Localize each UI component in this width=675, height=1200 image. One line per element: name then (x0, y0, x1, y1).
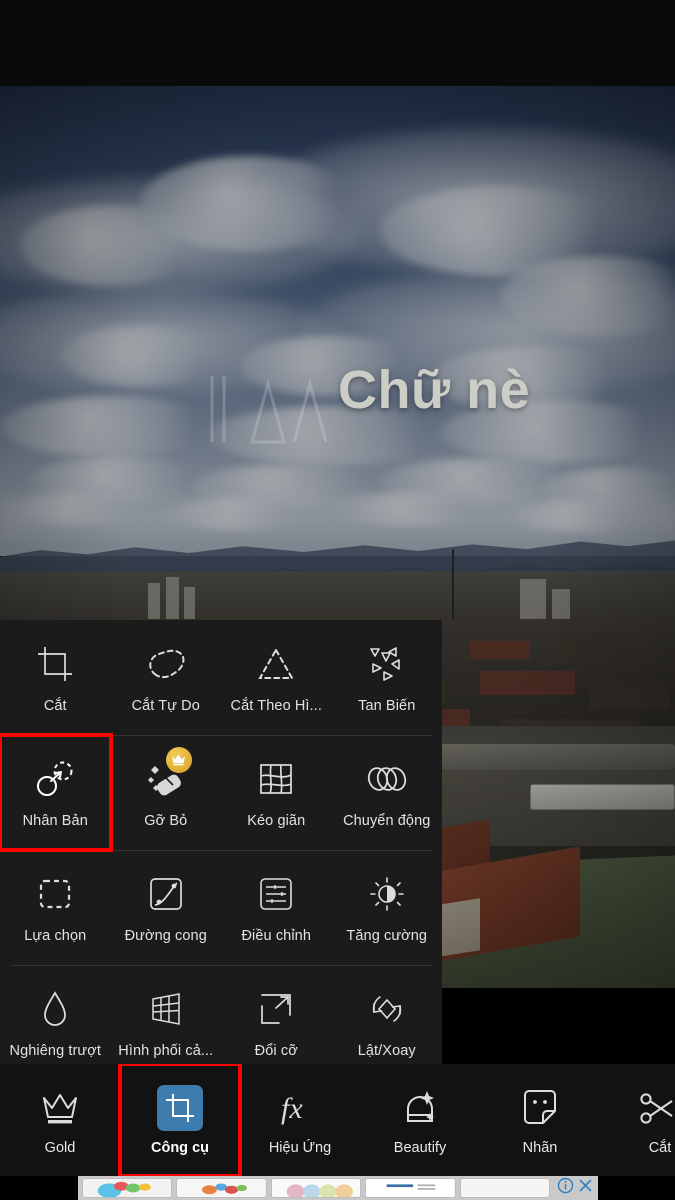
tool-cat-tu-do[interactable]: Cắt Tự Do (111, 620, 222, 735)
tools-panel: Cắt Cắt Tự Do Cắt Theo Hì... Tan Biến Nh… (0, 620, 442, 1082)
fx-icon: fx (277, 1085, 323, 1131)
ad-thumb-1[interactable] (82, 1178, 173, 1198)
adjust-sliders-icon (254, 872, 298, 916)
shape-cut-icon (254, 642, 298, 686)
tool-lua-chon[interactable]: Lựa chọn (0, 850, 111, 965)
beautify-face-icon (397, 1085, 443, 1131)
motion-icon (365, 757, 409, 801)
info-icon[interactable] (557, 1177, 574, 1199)
active-tile (157, 1084, 203, 1131)
flip-rotate-icon (365, 987, 409, 1031)
tool-doi-co[interactable]: Đổi cỡ (221, 965, 332, 1080)
clone-stamp-icon (33, 757, 77, 801)
premium-crown-badge (165, 746, 192, 773)
nav-item-nhan[interactable]: Nhãn (480, 1064, 600, 1176)
nav-label: Hiệu Ứng (268, 1139, 332, 1156)
tool-label: Cắt Tự Do (131, 697, 200, 714)
tool-chuyen-dong[interactable]: Chuyển động (332, 735, 443, 850)
cut-scissors-icon (637, 1085, 675, 1131)
close-icon[interactable] (577, 1177, 594, 1199)
tool-label: Nghiêng trượt (9, 1042, 101, 1059)
tool-tang-cuong[interactable]: Tăng cường (332, 850, 443, 965)
nav-item-gold[interactable]: Gold (0, 1064, 120, 1176)
tool-label: Cắt (43, 697, 67, 714)
tool-label: Gỡ Bỏ (144, 812, 188, 829)
nav-label: Công cụ (151, 1139, 209, 1156)
tool-cat[interactable]: Cắt (0, 620, 111, 735)
nav-item-beautify[interactable]: Beautify (360, 1064, 480, 1176)
tools-row: Nghiêng trượt Hình phối cả... Đổi cỡ Lật… (0, 965, 442, 1080)
tool-tan-bien[interactable]: Tan Biến (332, 620, 443, 735)
crown-icon (37, 1085, 83, 1131)
tool-label: Lựa chọn (24, 927, 87, 944)
tilt-shift-drop-icon (33, 987, 77, 1031)
nav-label: Beautify (393, 1139, 447, 1156)
svg-text:fx: fx (281, 1092, 303, 1125)
ad-thumb-3[interactable] (270, 1178, 362, 1198)
nav-label: Gold (44, 1139, 76, 1156)
curves-icon (144, 872, 188, 916)
sticker-icon (517, 1085, 563, 1131)
tool-label: Tăng cường (346, 927, 428, 944)
tool-label: Điều chỉnh (241, 927, 311, 944)
tool-label: Nhân Bản (22, 812, 88, 829)
ad-actions (554, 1177, 594, 1199)
ad-thumb-4[interactable] (365, 1178, 456, 1198)
tool-nghieng-truot[interactable]: Nghiêng trượt (0, 965, 111, 1080)
enhance-brightness-icon (365, 872, 409, 916)
tool-duong-cong[interactable]: Đường cong (111, 850, 222, 965)
tool-label: Hình phối cả... (118, 1042, 214, 1059)
tool-label: Cắt Theo Hì... (230, 697, 322, 714)
tool-lat-xoay[interactable]: Lật/Xoay (332, 965, 443, 1080)
nav-label: Cắt (648, 1139, 672, 1156)
eraser-remove-icon (144, 746, 192, 801)
ad-thumb-5[interactable] (459, 1178, 551, 1198)
tool-label: Lật/Xoay (357, 1042, 416, 1059)
ghost-logo-icon (210, 376, 328, 444)
tool-label: Kéo giãn (247, 812, 306, 829)
top-status-bar (0, 0, 675, 86)
bottom-navigation-bar: Gold Công cụ fx Hiệu Ứng Beautify Nhãn C… (0, 1064, 675, 1176)
nav-item-hieu-ung[interactable]: fx Hiệu Ứng (240, 1064, 360, 1176)
tools-row: Lựa chọn Đường cong Điều chỉnh Tăng cườn… (0, 850, 442, 965)
ad-thumb-2[interactable] (176, 1178, 267, 1198)
dispersion-icon (365, 642, 409, 686)
tool-nhan-ban[interactable]: Nhân Bản (0, 733, 113, 852)
tools-row: Cắt Cắt Tự Do Cắt Theo Hì... Tan Biến (0, 620, 442, 735)
freehand-cut-icon (144, 642, 188, 686)
resize-icon (254, 987, 298, 1031)
nav-item-cat[interactable]: Cắt (600, 1064, 675, 1176)
perspective-grid-icon (144, 987, 188, 1031)
nav-label: Nhãn (522, 1139, 558, 1156)
tools-row: Nhân Bản Gỡ Bỏ Kéo giãn Chuyển động (0, 733, 443, 852)
stretch-grid-icon (254, 757, 298, 801)
nav-item-cong-cu[interactable]: Công cụ (118, 1064, 242, 1176)
tool-go-bo[interactable]: Gỡ Bỏ (111, 735, 222, 850)
crop-icon (33, 642, 77, 686)
tool-dieu-chinh[interactable]: Điều chỉnh (221, 850, 332, 965)
image-text-overlay[interactable]: Chữ nè (338, 359, 530, 421)
tool-keo-gian[interactable]: Kéo giãn (221, 735, 332, 850)
tool-label: Tan Biến (358, 697, 416, 714)
ad-banner[interactable] (78, 1176, 598, 1200)
selection-icon (33, 872, 77, 916)
tool-hinh-phoi-canh[interactable]: Hình phối cả... (111, 965, 222, 1080)
tool-label: Chuyển động (343, 812, 431, 829)
tool-cat-theo-hinh[interactable]: Cắt Theo Hì... (221, 620, 332, 735)
photo-editor-screen: Chữ nè Cắt Cắt Tự Do Cắt Theo Hì... Tan … (0, 0, 675, 1200)
tools-crop-icon (157, 1084, 203, 1131)
tool-label: Đổi cỡ (254, 1042, 298, 1059)
tool-label: Đường cong (124, 927, 207, 944)
